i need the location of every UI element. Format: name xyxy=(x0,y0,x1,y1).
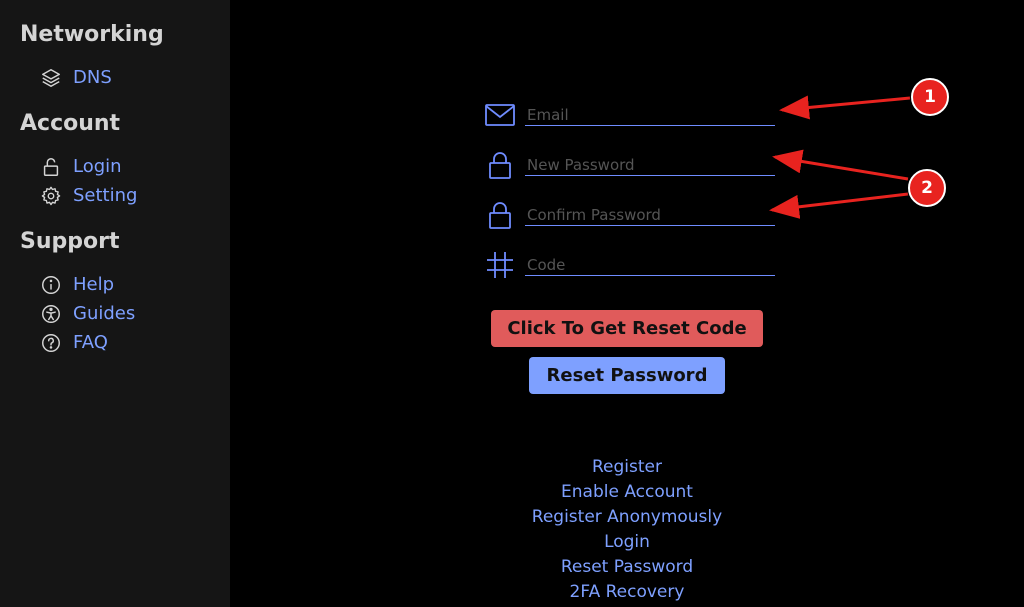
auth-links: Register Enable Account Register Anonymo… xyxy=(477,455,777,605)
sidebar-item-label: Help xyxy=(73,274,115,295)
new-password-field[interactable] xyxy=(525,154,775,176)
code-field[interactable] xyxy=(525,254,775,276)
enable-account-link[interactable]: Enable Account xyxy=(477,480,777,505)
get-reset-code-button[interactable]: Click To Get Reset Code xyxy=(491,310,763,347)
lock-icon xyxy=(484,200,516,230)
register-anonymously-link[interactable]: Register Anonymously xyxy=(477,505,777,530)
sidebar-item-login[interactable]: Login xyxy=(40,155,122,179)
mail-icon xyxy=(484,100,516,130)
annotation-badge-1: 1 xyxy=(911,78,949,116)
annotation-arrow-2a xyxy=(772,149,909,181)
annotation-arrow-1 xyxy=(779,95,911,120)
sidebar-item-label: Login xyxy=(73,156,122,177)
gear-icon xyxy=(40,185,62,207)
sidebar-item-label: Setting xyxy=(73,185,138,206)
annotation-arrow-2b xyxy=(769,192,909,219)
sidebar-item-label: Guides xyxy=(73,303,136,324)
sidebar-section-networking: Networking xyxy=(20,22,164,47)
sidebar-item-faq[interactable]: FAQ xyxy=(40,331,108,355)
sidebar: Networking DNS Account Login Setting Sup… xyxy=(0,0,230,607)
sidebar-section-account: Account xyxy=(20,111,121,136)
layers-icon xyxy=(40,67,62,89)
question-icon xyxy=(40,332,62,354)
sidebar-item-label: DNS xyxy=(73,67,112,88)
app-root: Networking DNS Account Login Setting Sup… xyxy=(0,0,1024,607)
reset-password-link[interactable]: Reset Password xyxy=(477,555,777,580)
email-field[interactable] xyxy=(525,104,775,126)
sidebar-item-help[interactable]: Help xyxy=(40,273,114,297)
login-link[interactable]: Login xyxy=(477,530,777,555)
sidebar-item-setting[interactable]: Setting xyxy=(40,184,137,208)
reset-password-button[interactable]: Reset Password xyxy=(529,357,725,394)
info-icon xyxy=(40,274,62,296)
accessibility-icon xyxy=(40,303,62,325)
sidebar-item-guides[interactable]: Guides xyxy=(40,302,135,326)
confirm-password-field[interactable] xyxy=(525,204,775,226)
register-link[interactable]: Register xyxy=(477,455,777,480)
sidebar-section-support: Support xyxy=(20,229,120,254)
lock-icon xyxy=(484,150,516,180)
hash-icon xyxy=(484,250,516,280)
lock-icon xyxy=(40,156,62,178)
annotation-badge-2: 2 xyxy=(908,169,946,207)
2fa-recovery-link[interactable]: 2FA Recovery xyxy=(477,580,777,605)
sidebar-item-dns[interactable]: DNS xyxy=(40,66,112,90)
sidebar-item-label: FAQ xyxy=(73,332,108,353)
